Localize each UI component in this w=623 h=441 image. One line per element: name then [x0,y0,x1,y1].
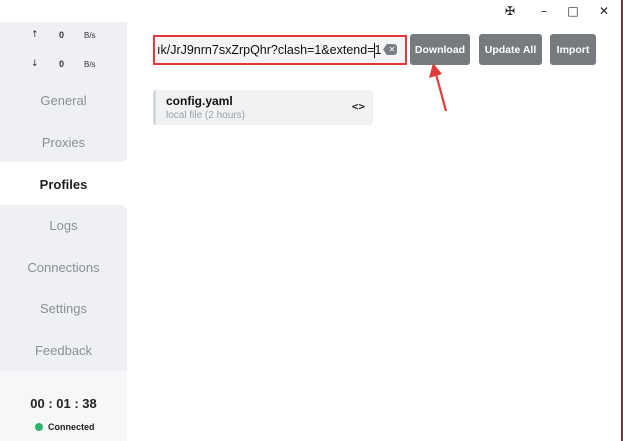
profile-card-indicator [153,90,156,125]
nav-item-feedback[interactable]: Feedback [0,330,127,370]
nav-item-profiles[interactable]: Profiles [0,164,127,204]
download-button[interactable]: Download [410,34,470,65]
traffic-stats: ↑ 0 B/s ↓ 0 B/s [0,22,127,78]
maximize-icon[interactable]: □ [559,0,587,22]
nav-label-proxies: Proxies [41,134,86,150]
profile-subtitle: local file (2 hours) [166,110,245,121]
download-unit: B/s [84,59,96,69]
nav-label-connections: Connections [27,259,100,275]
sidebar: ↑ 0 B/s ↓ 0 B/s General Proxies Profiles… [0,0,127,441]
download-value: 0 [59,59,65,69]
app-window: ↑ 0 B/s ↓ 0 B/s General Proxies Profiles… [0,0,621,441]
nav-label-general: General [40,92,87,108]
profile-card[interactable]: config.yaml local file (2 hours) <> [153,90,373,125]
annotation-arrow-shaft [434,73,448,112]
status-dot-icon [35,423,43,431]
close-icon[interactable]: ✕ [590,0,618,22]
nav-item-general[interactable]: General [0,80,127,120]
minimize-icon[interactable]: – [530,0,558,22]
pin-icon[interactable]: ✠ [496,0,524,22]
nav-item-proxies[interactable]: Proxies [0,122,127,162]
update-all-button[interactable]: Update All [479,34,542,65]
connection-status: Connected [35,422,95,432]
nav-label-profiles: Profiles [39,176,88,192]
download-rate: ↓ 0 B/s [0,54,127,74]
edit-code-icon[interactable]: <> [352,100,365,113]
annotation-arrow-head [429,63,442,78]
nav-item-settings[interactable]: Settings [0,288,127,328]
url-input-value: ık/JrJ9nrn7sxZrpQhr?clash=1&extend=1 [157,43,382,57]
nav-item-logs[interactable]: Logs [0,205,127,245]
nav-label-settings: Settings [40,300,87,316]
nav-label-logs: Logs [49,217,78,233]
status-label: Connected [48,422,95,432]
upload-unit: B/s [84,30,96,40]
nav-item-connections[interactable]: Connections [0,247,127,287]
text-cursor [374,43,375,58]
import-button[interactable]: Import [550,34,596,65]
clear-input-icon[interactable]: ✕ [383,44,397,55]
annotation-arrow [429,63,448,112]
profile-name: config.yaml [166,94,233,108]
upload-arrow-icon: ↑ [31,30,39,40]
nav-label-feedback: Feedback [34,342,93,358]
title-bar: ✠ – □ ✕ [0,0,621,22]
upload-rate: ↑ 0 B/s [0,25,127,45]
subscription-url-input[interactable]: ık/JrJ9nrn7sxZrpQhr?clash=1&extend=1 ✕ [153,35,407,65]
download-arrow-icon: ↓ [31,59,39,69]
uptime-clock: 00 : 01 : 38 [30,396,97,411]
upload-value: 0 [59,30,65,40]
